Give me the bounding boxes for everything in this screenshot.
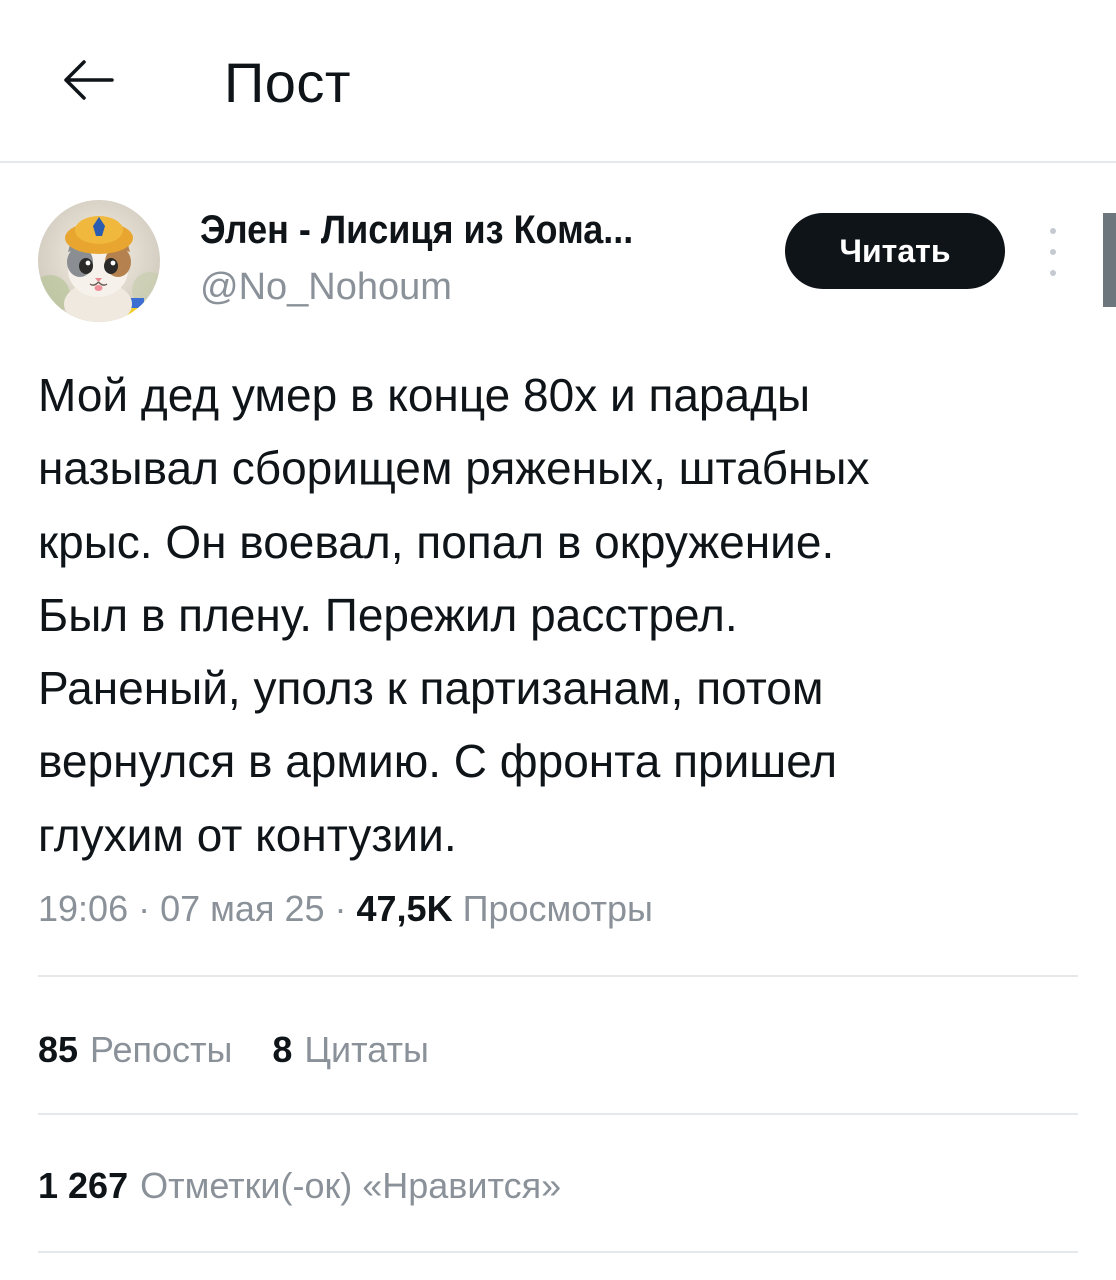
reposts-label: Репосты	[90, 1029, 233, 1070]
views-label: Просмотры	[462, 888, 653, 929]
avatar[interactable]	[38, 200, 160, 322]
meta-separator: ·	[138, 888, 151, 929]
post-page: Пост Элен - Лисиця из Кома... @No_Nohoum…	[0, 0, 1116, 1280]
author-name[interactable]: Элен - Лисиця из Кома...	[200, 208, 633, 253]
post-date[interactable]: 07 мая 25	[160, 888, 324, 929]
more-vertical-icon	[1050, 228, 1056, 234]
likes-count: 1 267	[38, 1165, 129, 1206]
divider	[38, 1113, 1078, 1115]
back-button[interactable]	[56, 52, 120, 108]
top-bar: Пост	[0, 0, 1116, 163]
quotes-label: Цитаты	[304, 1029, 429, 1070]
post-meta: 19:06 · 07 мая 25 · 47,5K Просмотры	[38, 888, 653, 930]
views-count: 47,5K	[356, 888, 453, 929]
kitten-avatar-image	[38, 200, 160, 322]
likes-label: Отметки(-ок) «Нравится»	[140, 1165, 562, 1206]
quotes-count: 8	[272, 1029, 293, 1070]
post-text: Мой дед умер в конце 80х и парады называ…	[38, 369, 870, 861]
engagement-stats: 85 Репосты 8 Цитаты	[38, 1029, 429, 1071]
reposts-link[interactable]: 85 Репосты	[38, 1029, 232, 1071]
divider	[38, 1251, 1078, 1253]
likes-link[interactable]: 1 267 Отметки(-ок) «Нравится»	[38, 1165, 561, 1207]
more-vertical-icon-dot	[1050, 249, 1056, 255]
page-title: Пост	[224, 51, 352, 114]
meta-separator: ·	[334, 888, 347, 929]
arrow-left-icon	[64, 60, 114, 100]
more-vertical-icon-dot	[1050, 270, 1056, 276]
follow-button[interactable]: Читать	[785, 213, 1005, 289]
author-handle[interactable]: @No_Nohoum	[200, 266, 452, 309]
quotes-link[interactable]: 8 Цитаты	[272, 1029, 428, 1071]
likes-stats: 1 267 Отметки(-ок) «Нравится»	[38, 1165, 561, 1207]
scrollbar[interactable]	[1103, 213, 1116, 307]
post-time: 19:06	[38, 888, 129, 929]
reposts-count: 85	[38, 1029, 79, 1070]
more-options-button[interactable]	[1038, 228, 1068, 276]
divider	[38, 975, 1078, 977]
